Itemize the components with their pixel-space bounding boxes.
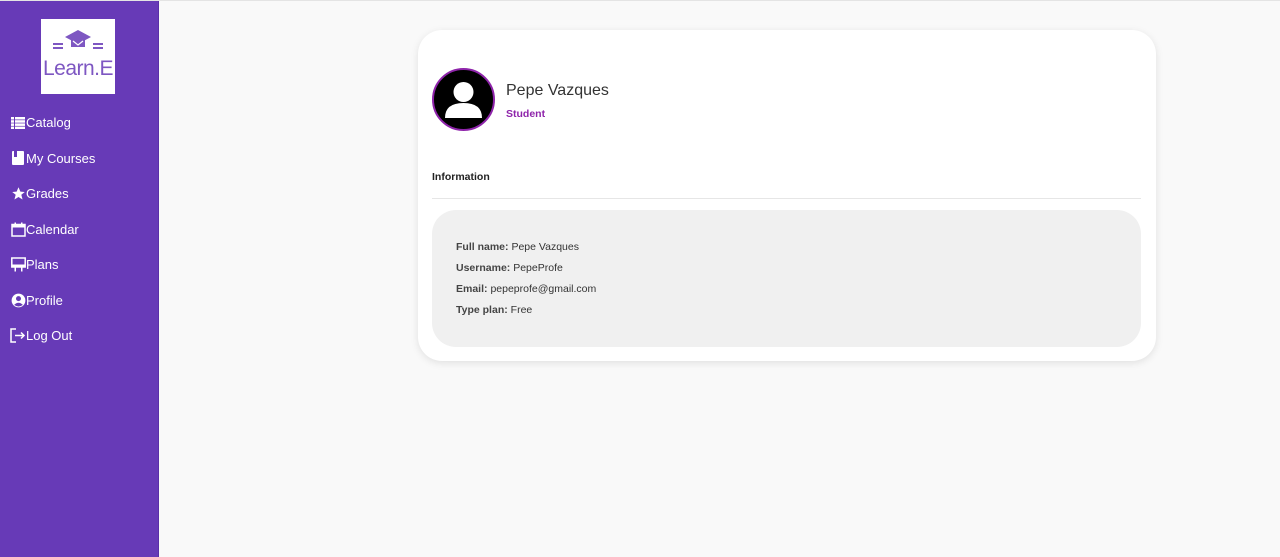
info-row-email: Email: pepeprofe@gmail.com [456,282,596,303]
info-row-username: Username: PepeProfe [456,261,596,282]
info-value: pepeprofe@gmail.com [490,283,597,295]
graduation-cap-icon [53,30,103,49]
avatar [432,68,495,131]
info-value: Pepe Vazques [511,241,579,253]
info-key: Email: [456,283,488,295]
star-icon [10,186,26,202]
sidebar-item-label: Calendar [26,221,79,237]
info-box: Full name: Pepe Vazques Username: PepePr… [432,210,1141,347]
sidebar-item-label: Catalog [26,115,71,131]
sidebar-item-label: Log Out [26,328,73,344]
sidebar-item-label: Profile [26,292,63,308]
sidebar-item-label: Grades [26,186,69,202]
logo[interactable]: Learn.E [41,19,115,94]
sidebar-item-my-courses[interactable]: My Courses [0,141,159,177]
user-silhouette-icon [445,82,482,118]
info-key: Type plan: [456,304,508,316]
top-border [0,0,1280,1]
info-list: Full name: Pepe Vazques Username: PepePr… [456,240,596,324]
sidebar-item-profile[interactable]: Profile [0,283,159,319]
info-value: Free [510,304,533,316]
sidebar-item-calendar[interactable]: Calendar [0,212,159,248]
sidebar-item-log-out[interactable]: Log Out [0,318,159,354]
presentation-board-icon [10,257,26,273]
profile-role: Student [506,108,546,120]
app-root: Learn.E Catalog My Courses Grades Calend… [0,0,1280,557]
sidebar-item-plans[interactable]: Plans [0,247,159,283]
sidebar-item-grades[interactable]: Grades [0,176,159,212]
info-value: PepeProfe [513,262,563,274]
info-key: Full name: [456,241,509,253]
divider [432,198,1141,199]
info-key: Username: [456,262,511,274]
section-title: Information [432,171,490,183]
sidebar-nav: Catalog My Courses Grades Calendar Plans… [0,105,159,354]
logout-icon [10,328,26,344]
sidebar-item-catalog[interactable]: Catalog [0,105,159,141]
profile-card: Pepe Vazques Student Information Full na… [418,30,1156,361]
calendar-icon [10,221,26,237]
sidebar-item-label: Plans [26,257,59,273]
user-circle-icon [10,292,26,308]
sidebar: Learn.E Catalog My Courses Grades Calend… [0,1,159,557]
logo-text: Learn.E [42,57,114,80]
info-row-type-plan: Type plan: Free [456,303,596,324]
profile-name: Pepe Vazques [506,82,609,99]
info-row-full-name: Full name: Pepe Vazques [456,240,596,261]
sidebar-item-label: My Courses [26,150,96,166]
list-icon [10,115,26,131]
book-icon [10,150,26,166]
